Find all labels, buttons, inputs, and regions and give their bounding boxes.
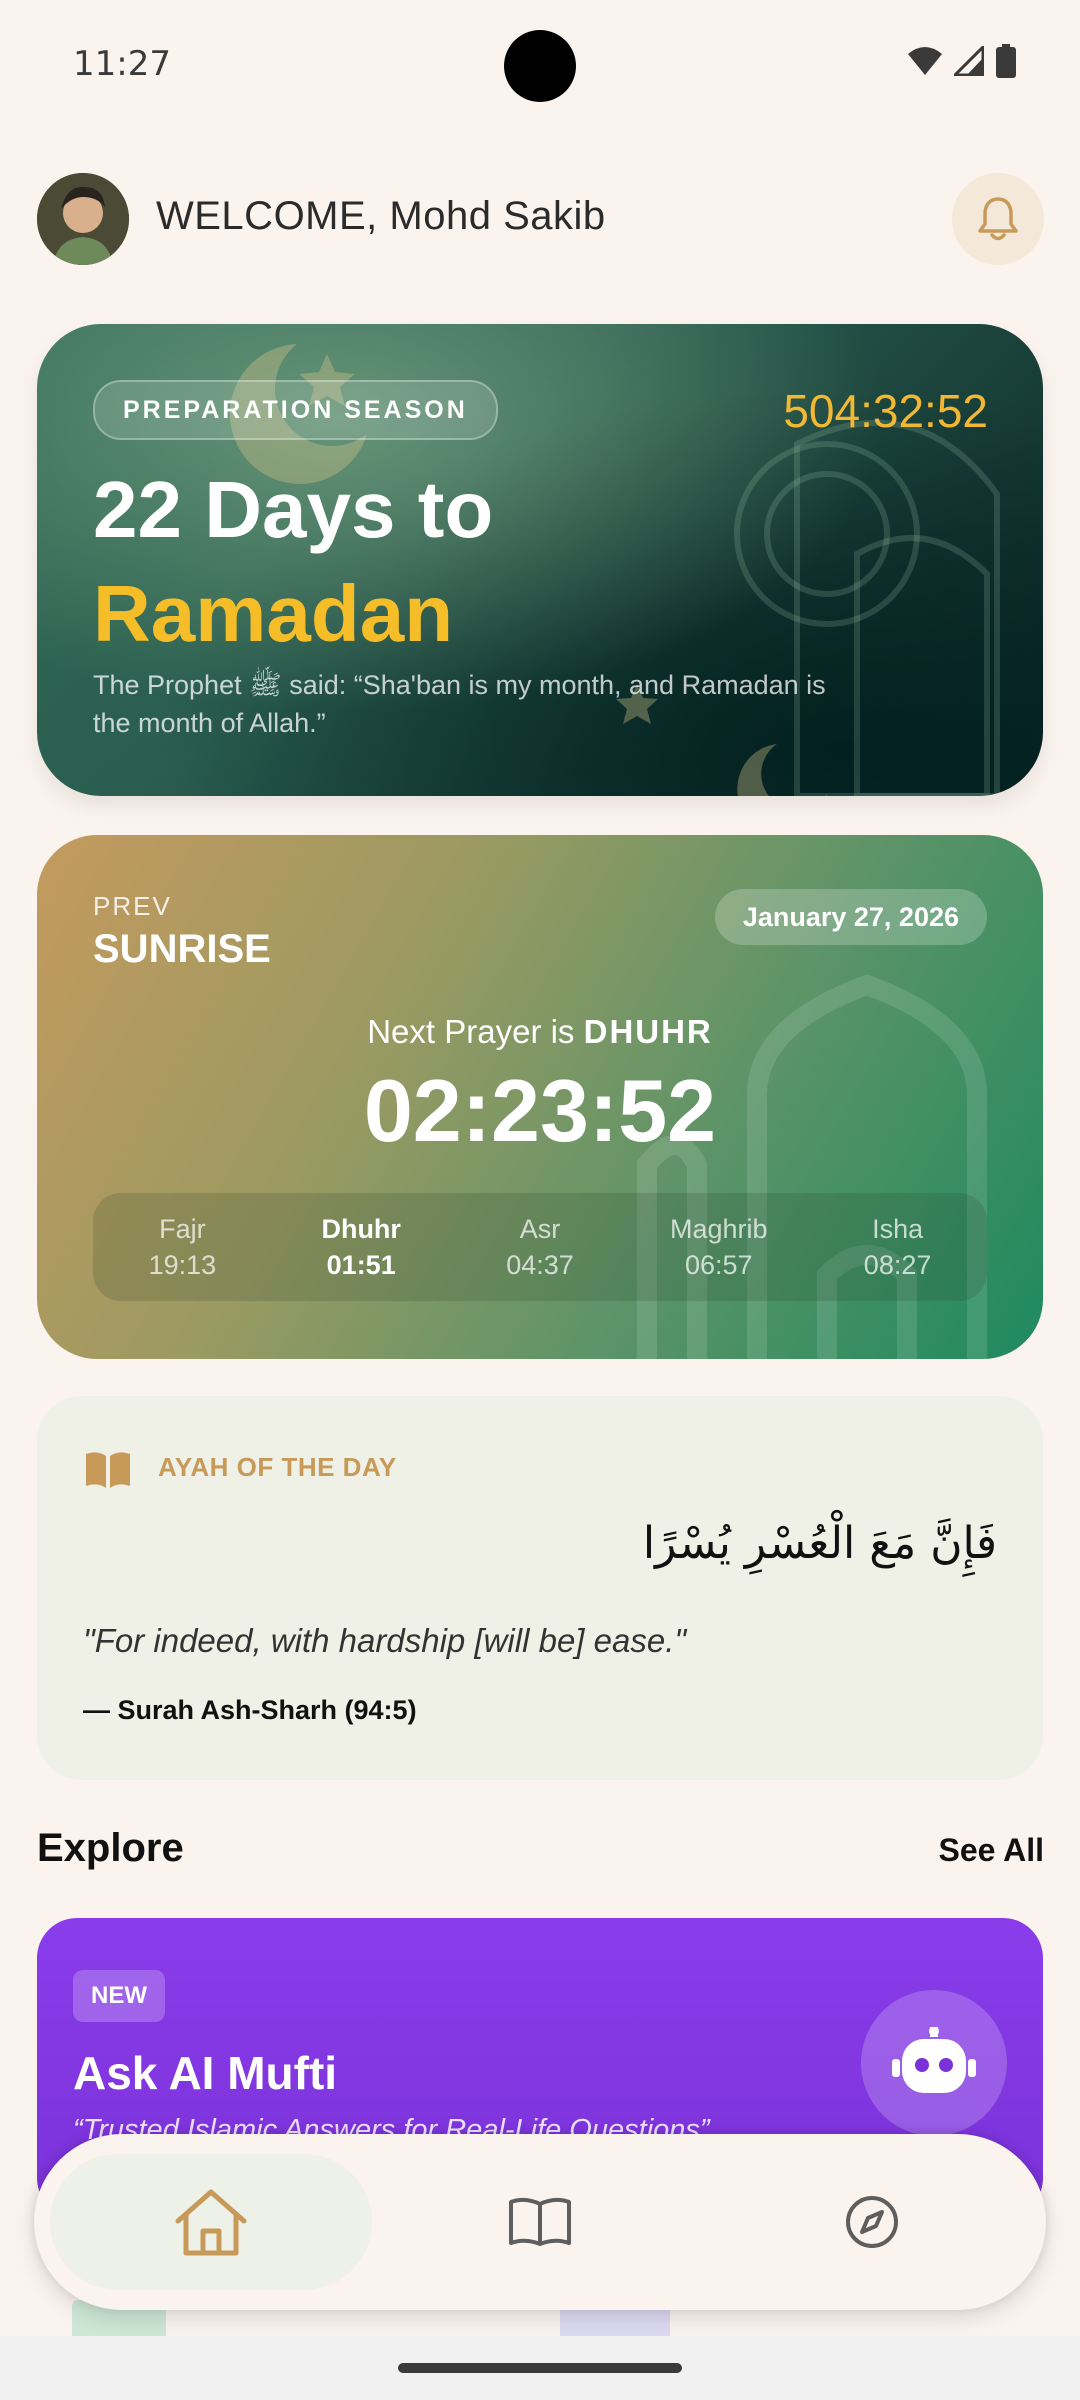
battery-icon (996, 44, 1016, 78)
days-to-ramadan-title: 22 Days to (93, 465, 494, 554)
next-prayer-line: Next Prayer is DHUHR (37, 1013, 1043, 1051)
ayah-translation: "For indeed, with hardship [will be] eas… (83, 1622, 687, 1659)
prayer-name: Maghrib (670, 1214, 768, 1244)
compass-icon (846, 2196, 898, 2248)
prayer-time: 08:27 (863, 1250, 932, 1280)
home-indicator[interactable] (398, 2363, 682, 2373)
prayer-name: Dhuhr (321, 1214, 401, 1244)
camera-cutout (504, 30, 576, 102)
bottom-navigation (34, 2134, 1046, 2310)
avatar-image (37, 173, 129, 265)
explore-heading: Explore (37, 1826, 184, 1870)
new-badge: NEW (73, 1970, 165, 2022)
ramadan-countdown-timer: 504:32:52 (783, 385, 988, 437)
open-book-icon (86, 1452, 130, 1488)
hadith-quote: The Prophet ﷺ said: “Sha'ban is my month… (93, 670, 826, 738)
prayer-time-asr: Asr 04:37 (451, 1193, 630, 1301)
date-badge: January 27, 2026 (714, 889, 987, 945)
wifi-icon (908, 47, 942, 75)
ramadan-title: Ramadan (93, 569, 454, 658)
see-all-link[interactable]: See All (938, 1832, 1044, 1869)
avatar[interactable] (37, 173, 129, 265)
ayah-of-the-day-card[interactable]: AYAH OF THE DAY فَإِنَّ مَعَ الْعُسْرِ ي… (37, 1396, 1043, 1780)
prayer-name: Isha (872, 1214, 924, 1244)
previous-prayer-label: PREV (93, 891, 172, 921)
prayer-time: 04:37 (506, 1250, 574, 1280)
prayer-name: Asr (519, 1214, 561, 1244)
robot-icon (892, 2027, 976, 2093)
next-prayer-countdown: 02:23:52 (363, 1061, 717, 1160)
status-icons (908, 44, 1016, 78)
prayer-times-row: Fajr 19:13 Dhuhr 01:51 Asr 04:37 Maghrib 06:… (93, 1193, 987, 1301)
previous-prayer-name: SUNRISE (93, 927, 271, 971)
prayer-times-card[interactable]: PREV SUNRISE January 27, 2026 Next Praye… (37, 835, 1043, 1359)
notifications-button[interactable] (952, 173, 1044, 265)
book-icon (509, 2197, 571, 2246)
robot-button[interactable] (861, 1990, 1007, 2136)
next-prayer-name: DHUHR (583, 1013, 713, 1050)
season-badge: PREPARATION SEASON (93, 380, 498, 440)
prayer-time: 19:13 (148, 1250, 217, 1280)
status-time: 11:27 (73, 44, 171, 84)
bell-icon (978, 197, 1018, 241)
prayer-time-fajr: Fajr 19:13 (93, 1193, 272, 1301)
prayer-time-isha: Isha 08:27 (808, 1193, 987, 1301)
signal-icon (954, 46, 984, 76)
ayah-arabic-text: فَإِنَّ مَعَ الْعُسْرِ يُسْرًا (642, 1518, 997, 1569)
ayah-reference: — Surah Ash-Sharh (94:5) (83, 1695, 417, 1725)
prayer-time-maghrib: Maghrib 06:57 (629, 1193, 808, 1301)
prayer-time-dhuhr: Dhuhr 01:51 (272, 1193, 451, 1301)
nav-home-button[interactable] (50, 2154, 372, 2290)
prayer-time: 01:51 (326, 1250, 396, 1280)
home-icon (175, 2189, 247, 2256)
ramadan-countdown-card[interactable]: PREPARATION SEASON 504:32:52 22 Days to … (37, 324, 1043, 796)
ai-card-title: Ask AI Mufti (73, 2047, 338, 2099)
prayer-name: Fajr (159, 1214, 206, 1244)
prayer-time: 06:57 (685, 1250, 753, 1280)
welcome-text: WELCOME, Mohd Sakib (156, 194, 606, 238)
nav-qibla-button[interactable] (774, 2154, 970, 2290)
nav-quran-button[interactable] (442, 2154, 638, 2290)
ayah-heading: AYAH OF THE DAY (158, 1452, 397, 1482)
next-prayer-prefix: Next Prayer is (367, 1013, 584, 1050)
